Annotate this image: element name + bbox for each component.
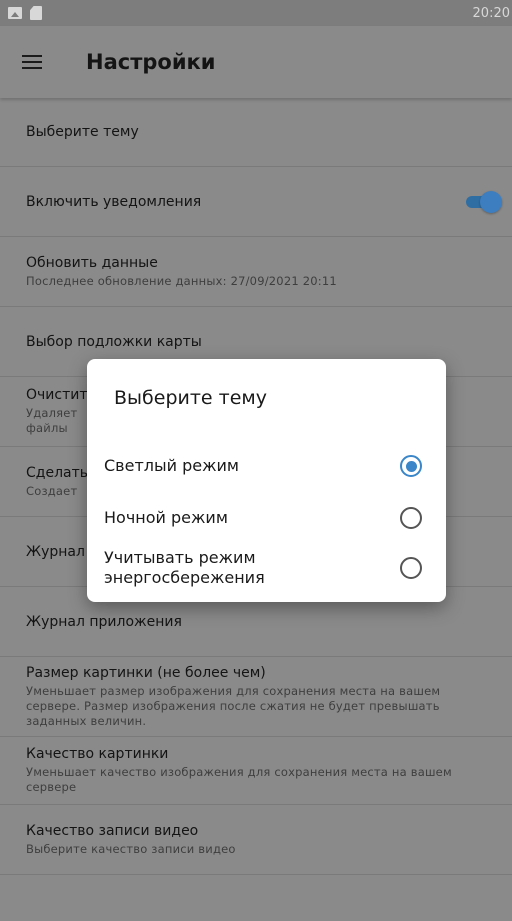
theme-dialog: Выберите тему Светлый режим Ночной режим… bbox=[87, 359, 446, 602]
notifications-toggle[interactable] bbox=[464, 190, 502, 214]
setting-subtitle: Уменьшает размер изображения для сохране… bbox=[26, 683, 441, 728]
dialog-title: Выберите тему bbox=[114, 387, 267, 409]
option-battery-saver[interactable]: Учитывать режим энергосбережения bbox=[87, 547, 446, 589]
radio-unselected-icon[interactable] bbox=[400, 557, 422, 579]
setting-title: Журнал приложения bbox=[26, 613, 182, 630]
setting-title: Качество записи видео bbox=[26, 822, 199, 839]
status-time: 20:20 bbox=[472, 5, 510, 21]
setting-image-size[interactable]: Размер картинки (не более чем) Уменьшает… bbox=[0, 657, 512, 737]
option-label: Ночной режим bbox=[104, 508, 228, 527]
setting-subtitle: Последнее обновление данных: 27/09/2021 … bbox=[26, 273, 337, 288]
option-label: Светлый режим bbox=[104, 456, 239, 475]
subtitle-left: Удаляет bbox=[26, 406, 78, 420]
setting-title: Выбор подложки карты bbox=[26, 333, 202, 350]
sim-card-icon bbox=[30, 6, 42, 20]
setting-title: Обновить данные bbox=[26, 254, 158, 271]
setting-title: Включить уведомления bbox=[26, 193, 202, 210]
setting-refresh[interactable]: Обновить данные Последнее обновление дан… bbox=[0, 237, 512, 307]
radio-selected-icon[interactable] bbox=[400, 455, 422, 477]
setting-video-quality[interactable]: Качество записи видео Выберите качество … bbox=[0, 805, 512, 875]
status-bar: 20:20 bbox=[0, 0, 512, 26]
setting-title: Выберите тему bbox=[26, 124, 139, 140]
setting-theme[interactable]: Выберите тему bbox=[0, 98, 512, 167]
option-label: Учитывать режим энергосбережения bbox=[104, 548, 265, 587]
setting-title: Качество картинки bbox=[26, 746, 169, 762]
setting-subtitle: Уменьшает качество изображения для сохра… bbox=[26, 765, 452, 794]
setting-title: Размер картинки (не более чем) bbox=[26, 664, 266, 681]
option-light-mode[interactable]: Светлый режим bbox=[87, 453, 446, 479]
option-night-mode[interactable]: Ночной режим bbox=[87, 505, 446, 531]
page-title: Настройки bbox=[86, 50, 216, 74]
setting-subtitle: Выберите качество записи видео bbox=[26, 841, 236, 856]
setting-notifications[interactable]: Включить уведомления bbox=[0, 167, 512, 237]
setting-image-quality[interactable]: Качество картинки Уменьшает качество изо… bbox=[0, 737, 512, 805]
image-notification-icon bbox=[8, 7, 22, 19]
app-bar: Настройки bbox=[0, 26, 512, 98]
radio-unselected-icon[interactable] bbox=[400, 507, 422, 529]
hamburger-menu-icon[interactable] bbox=[22, 49, 48, 75]
